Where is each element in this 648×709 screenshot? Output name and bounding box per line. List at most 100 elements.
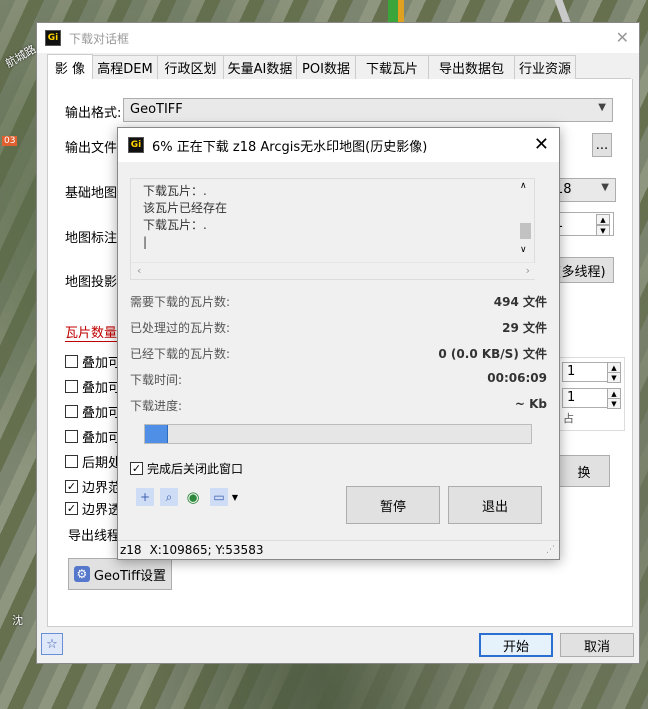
tab-poi[interactable]: POI数据: [296, 55, 356, 79]
map-label: 03: [2, 136, 18, 146]
tab-tiles[interactable]: 下载瓦片: [355, 55, 429, 79]
globe-icon[interactable]: ◉: [184, 488, 202, 506]
scrollbar-thumb[interactable]: [520, 223, 531, 239]
chevron-left-icon[interactable]: ‹: [137, 264, 141, 277]
base-map-label: 基础地图: [65, 186, 118, 201]
stepper-down-icon[interactable]: ▼: [607, 398, 621, 409]
status-coords: X:109865; Y:53583: [149, 543, 264, 557]
tab-industry[interactable]: 行业资源: [514, 55, 576, 79]
chevron-up-icon[interactable]: ∧: [520, 181, 527, 191]
checkbox-box[interactable]: ✓: [65, 502, 78, 515]
checkbox-label: 叠加可: [82, 431, 122, 446]
checkbox-overlay-4[interactable]: 叠加可: [65, 427, 121, 446]
start-button[interactable]: 开始: [479, 633, 553, 657]
progress-titlebar: Gi 6% 正在下载 z18 Arcgis无水印地图(历史影像) ✕: [118, 128, 559, 162]
pause-button[interactable]: 暂停: [346, 486, 440, 524]
checkbox-box[interactable]: [65, 380, 78, 393]
tab-bar: 影 像 高程DEM 行政区划 矢量AI数据 POI数据 下载瓦片 导出数据包 行…: [47, 54, 631, 79]
tab-vector[interactable]: 矢量AI数据: [223, 55, 297, 79]
log-box: 下载瓦片：. 该瓦片已经存在 下载瓦片：. | ∧ ∨ ‹ ›: [130, 178, 536, 280]
checkbox-overlay-3[interactable]: 叠加可: [65, 402, 121, 421]
map-label: 航城路: [3, 42, 39, 71]
download-time-label: 下载时间:: [130, 373, 183, 387]
chevron-down-icon: ▼: [598, 102, 606, 113]
checkbox-label: 叠加可: [82, 356, 122, 371]
checkbox-box[interactable]: ✓: [65, 480, 78, 493]
cancel-button[interactable]: 取消: [560, 633, 634, 657]
tile-count-label: 瓦片数量: [65, 326, 118, 341]
checkbox-label: 边界范: [82, 481, 122, 496]
tab-imagery[interactable]: 影 像: [47, 54, 93, 79]
option-stepper[interactable]: 1: [562, 388, 608, 408]
map-annotation-label: 地图标注: [65, 231, 118, 246]
checkbox-box[interactable]: [65, 455, 78, 468]
stepper-down-icon[interactable]: ▼: [596, 225, 610, 236]
gear-icon: ⚙: [73, 566, 90, 582]
stepper-value: 1: [567, 364, 576, 379]
browse-button[interactable]: ...: [592, 133, 612, 157]
option-unit-label: 占: [563, 412, 574, 425]
checkbox-box[interactable]: [65, 355, 78, 368]
app-logo-icon: Gi: [45, 30, 61, 46]
chevron-right-icon[interactable]: ›: [526, 264, 530, 277]
checkbox-box[interactable]: [65, 405, 78, 418]
tiles-downloaded-label: 已经下载的瓦片数:: [130, 347, 231, 361]
download-progress-label: 下载进度:: [130, 399, 183, 413]
switch-button[interactable]: 换: [558, 455, 610, 487]
exit-button[interactable]: 退出: [448, 486, 542, 524]
tiles-processed-value: 29 文件: [502, 321, 547, 335]
checkbox-boundary-transparent[interactable]: ✓ 边界透: [65, 499, 121, 518]
text-cursor: |: [143, 235, 148, 249]
dropdown-arrow-icon[interactable]: ▼: [230, 488, 240, 506]
horizontal-scrollbar[interactable]: ‹ ›: [131, 262, 536, 279]
output-format-value: GeoTIFF: [130, 102, 183, 117]
tab-admin[interactable]: 行政区划: [157, 55, 224, 79]
checkbox-label: 叠加可: [82, 406, 122, 421]
checkbox-overlay-1[interactable]: 叠加可: [65, 352, 121, 371]
tiles-downloaded-value: 0 (0.0 KB/S) 文件: [438, 347, 547, 361]
tiles-needed-label: 需要下载的瓦片数:: [130, 295, 231, 309]
close-icon[interactable]: ✕: [534, 134, 549, 155]
option-stepper[interactable]: 1: [562, 362, 608, 382]
tab-export-package[interactable]: 导出数据包: [428, 55, 515, 79]
export-thread-label: 导出线程: [68, 529, 121, 544]
checkbox-overlay-2[interactable]: 叠加可: [65, 377, 121, 396]
log-line: 下载瓦片：.: [143, 184, 207, 198]
log-line: 该瓦片已经存在: [143, 201, 228, 215]
checkbox-label: 边界透: [82, 503, 122, 518]
download-time-value: 00:06:09: [487, 371, 547, 385]
stepper-value: 1: [567, 390, 576, 405]
add-icon[interactable]: +: [136, 488, 154, 506]
close-icon[interactable]: ✕: [616, 28, 629, 47]
vertical-scrollbar[interactable]: ∧ ∨: [517, 179, 534, 263]
checkbox-label: 叠加可: [82, 381, 122, 396]
checkbox-postprocess[interactable]: 后期处: [65, 452, 121, 471]
tiles-processed-label: 已处理过的瓦片数:: [130, 321, 231, 335]
checkbox-boundary[interactable]: ✓ 边界范: [65, 477, 121, 496]
checkbox-label: 后期处: [82, 456, 122, 471]
progress-title: 6% 正在下载 z18 Arcgis无水印地图(历史影像): [152, 139, 428, 155]
checkbox-box[interactable]: [65, 430, 78, 443]
save-icon[interactable]: ▭: [210, 488, 228, 506]
dialog-titlebar: Gi 下载对话框 ✕: [37, 23, 639, 53]
geotiff-settings-button[interactable]: ⚙ GeoTiff设置: [68, 558, 172, 590]
progress-body: 下载瓦片：. 该瓦片已经存在 下载瓦片：. | ∧ ∨ ‹ › 需要下载的瓦片数…: [118, 162, 559, 541]
tab-dem[interactable]: 高程DEM: [92, 55, 158, 79]
stepper-down-icon[interactable]: ▼: [607, 372, 621, 383]
stepper-up-icon[interactable]: ▲: [596, 214, 610, 225]
geotiff-settings-label: GeoTiff设置: [93, 568, 167, 584]
checkbox-box[interactable]: ✓: [130, 462, 143, 475]
output-format-label: 输出格式:: [65, 106, 122, 121]
close-after-label: 完成后关闭此窗口: [147, 462, 244, 476]
output-format-select[interactable]: GeoTIFF ▼: [123, 98, 613, 122]
star-icon[interactable]: ☆: [41, 633, 63, 655]
close-after-checkbox[interactable]: ✓ 完成后关闭此窗口: [130, 460, 243, 477]
chevron-down-icon[interactable]: ∨: [520, 245, 527, 255]
zoom-icon[interactable]: ⌕: [160, 488, 178, 506]
tiles-needed-value: 494 文件: [493, 295, 547, 309]
dialog-title: 下载对话框: [69, 31, 130, 46]
log-line: 下载瓦片：.: [143, 218, 207, 232]
resize-grip-icon[interactable]: ⋰: [546, 545, 555, 555]
status-zoom: z18: [120, 543, 142, 557]
progress-window: Gi 6% 正在下载 z18 Arcgis无水印地图(历史影像) ✕ 下载瓦片：…: [117, 127, 560, 560]
